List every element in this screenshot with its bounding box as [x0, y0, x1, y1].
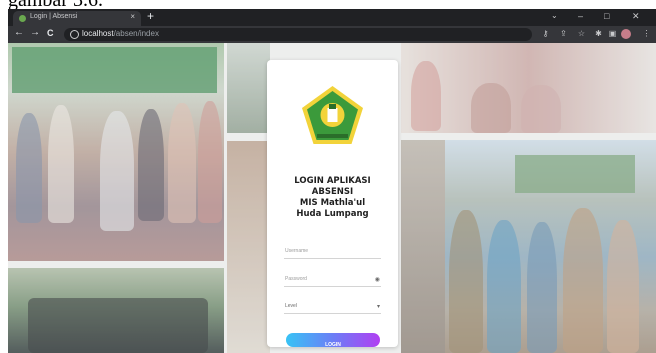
maximize-button[interactable]: □ — [604, 11, 609, 21]
key-icon[interactable]: ⚷ — [541, 29, 550, 38]
show-password-icon[interactable]: ◉ — [375, 276, 380, 283]
extensions-icon[interactable]: ✱ — [594, 29, 603, 38]
app-title-line: ABSENSI — [311, 187, 354, 197]
browser-toolbar: ← → C localhost/absen/index ⚷ ⇪ ☆ ✱ ▣ ⋮ — [8, 26, 656, 43]
reload-button[interactable]: C — [47, 28, 54, 38]
new-tab-button[interactable]: + — [147, 9, 154, 23]
app-title-line: MIS Mathla'ul — [299, 198, 366, 208]
password-placeholder: Password — [285, 276, 307, 282]
browser-window: Login | Absensi × + ⌄ – □ ✕ ← → C localh… — [8, 9, 656, 353]
star-icon[interactable]: ☆ — [577, 29, 586, 38]
forward-button[interactable]: → — [30, 27, 40, 38]
page-content: LOGIN APLIKASI ABSENSI MIS Mathla'ul Hud… — [8, 43, 656, 353]
level-select-value: Level — [285, 303, 297, 309]
window-close-button[interactable]: ✕ — [632, 11, 640, 22]
sidebar-icon[interactable]: ▣ — [608, 29, 617, 38]
level-select[interactable]: Level ▾ — [284, 301, 381, 314]
app-title: LOGIN APLIKASI ABSENSI MIS Mathla'ul Hud… — [267, 176, 398, 220]
tab-close-icon[interactable]: × — [130, 12, 135, 21]
url-text[interactable]: localhost/absen/index — [82, 29, 159, 38]
url-host: localhost — [82, 29, 114, 38]
address-bar[interactable]: localhost/absen/index — [64, 28, 532, 41]
school-logo — [302, 86, 363, 144]
url-path: /absen/index — [113, 29, 159, 38]
app-title-line: Huda Lumpang — [296, 209, 369, 219]
back-button[interactable]: ← — [14, 27, 24, 38]
app-title-line: LOGIN APLIKASI — [294, 176, 371, 186]
login-button-label: LOGIN — [325, 342, 341, 348]
username-input[interactable]: Username — [284, 246, 381, 259]
menu-icon[interactable]: ⋮ — [642, 29, 651, 38]
chevron-down-icon: ▾ — [376, 304, 380, 310]
password-input[interactable]: Password ◉ — [284, 274, 381, 287]
site-info-icon[interactable] — [70, 30, 79, 39]
tab-bar: Login | Absensi × + ⌄ – □ ✕ — [8, 9, 656, 26]
profile-icon[interactable] — [621, 29, 631, 39]
tab-title: Login | Absensi — [30, 13, 78, 20]
school-logo-icon — [19, 15, 26, 22]
browser-tab[interactable]: Login | Absensi × — [13, 11, 141, 26]
minimize-button[interactable]: – — [578, 11, 583, 21]
login-button[interactable]: LOGIN — [286, 333, 380, 348]
tab-search-icon[interactable]: ⌄ — [551, 11, 558, 20]
share-icon[interactable]: ⇪ — [559, 29, 568, 38]
login-card: LOGIN APLIKASI ABSENSI MIS Mathla'ul Hud… — [267, 60, 398, 348]
username-placeholder: Username — [285, 248, 309, 254]
